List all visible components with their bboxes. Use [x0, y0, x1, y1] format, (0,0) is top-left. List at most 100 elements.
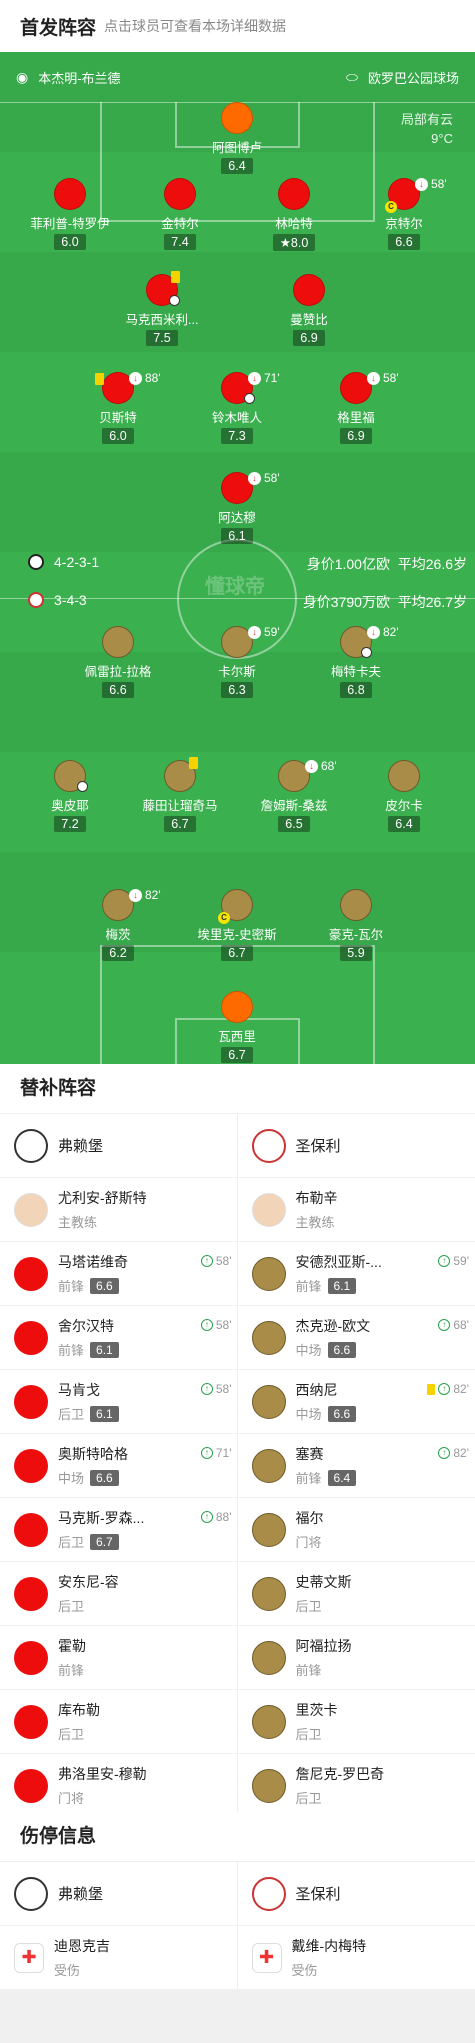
- sub-in-icon: ↑: [200, 1319, 213, 1331]
- sub-player-row[interactable]: 安东尼-容后卫: [0, 1562, 238, 1626]
- sub-player-name: 库布勒: [58, 1702, 100, 1718]
- sub-event: ↑ 71': [200, 1446, 232, 1460]
- whistle-icon: ◉: [16, 69, 29, 85]
- home-team-row[interactable]: 弗赖堡: [0, 1114, 238, 1178]
- lineup-header: 首发阵容 点击球员可查看本场详细数据: [0, 0, 475, 52]
- page-subtitle: 点击球员可查看本场详细数据: [104, 18, 287, 34]
- sub-player-row[interactable]: 马克斯-罗森... 后卫 6.7 ↑ 88': [0, 1498, 238, 1562]
- sub-player-row[interactable]: 西纳尼 中场 6.6 ↑ 82': [237, 1370, 475, 1434]
- captain-icon: C: [385, 201, 397, 213]
- goal-ball-icon: [361, 647, 372, 658]
- away-coach-row[interactable]: 布勒辛 主教练: [237, 1178, 475, 1242]
- sub-player-pos: 前锋: [295, 1663, 322, 1678]
- pitch: ◉ 本杰明-布兰德 ⬭ 欧罗巴公园球场 局部有云 9°C 阿图博卢 6.4 菲利普…: [0, 52, 475, 1064]
- sub-player-row[interactable]: 史蒂文斯 后卫: [237, 1562, 475, 1626]
- rating-badge: 6.4: [327, 1469, 357, 1486]
- injury-away-player-row[interactable]: ✚ 戴维-内梅特 受伤: [237, 1926, 475, 1990]
- player-avatar: [251, 1448, 286, 1483]
- player-home-st[interactable]: ↓ 58' 阿达穆 6.1: [182, 471, 292, 545]
- sub-player-row[interactable]: 杰克逊-欧文 中场 6.6 ↑ 68': [237, 1306, 475, 1370]
- sub-player-name: 奥斯特哈格: [58, 1446, 128, 1462]
- home-coach: ◉ 本杰明-布兰德: [16, 68, 121, 87]
- player-away-mf3[interactable]: ↓ 68' 詹姆斯-桑兹 6.5: [239, 759, 349, 833]
- player-away-df3[interactable]: 豪克-瓦尔 5.9: [301, 889, 411, 962]
- sub-event: ↑ 82': [427, 1382, 469, 1396]
- player-away-df2[interactable]: C 埃里克-史密斯 6.7: [182, 889, 292, 962]
- sub-player-name: 詹尼克-罗巴奇: [295, 1766, 385, 1782]
- player-home-dm1[interactable]: 马克西米利... 7.5: [107, 271, 217, 347]
- sub-player-pos: 中场: [58, 1471, 85, 1486]
- home-age: 平均26.6岁: [397, 556, 467, 572]
- sub-player-pos: 中场: [295, 1407, 322, 1422]
- player-home-am2[interactable]: ↓ 71' 铃木唯人 7.3: [182, 371, 292, 445]
- sub-in-icon: ↑: [438, 1319, 451, 1331]
- player-avatar: [251, 1640, 286, 1675]
- sub-player-row[interactable]: 阿福拉扬 前锋: [237, 1626, 475, 1690]
- player-home-dm2[interactable]: 曼赞比 6.9: [254, 274, 364, 347]
- sub-player-row[interactable]: 弗洛里安-穆勒 门将: [0, 1754, 238, 1818]
- sub-player-pos: 门将: [58, 1791, 85, 1806]
- rating-badge: 6.6: [327, 1405, 357, 1422]
- sub-player-row[interactable]: 库布勒 后卫: [0, 1690, 238, 1754]
- player-away-fw2[interactable]: ↓ 59' 卡尔斯 6.3: [182, 625, 292, 699]
- player-away-mf4[interactable]: 皮尔卡 6.4: [349, 760, 459, 833]
- sub-player-name: 阿福拉扬: [295, 1638, 352, 1654]
- home-coach-name: 本杰明-布兰德: [38, 71, 121, 86]
- home-value: 身价1.00亿欧: [306, 556, 390, 572]
- captain-icon: C: [218, 912, 230, 924]
- player-home-am1[interactable]: ↓ 88' 贝斯特 6.0: [63, 371, 173, 445]
- player-home-df3[interactable]: 林哈特 ★8.0: [239, 178, 349, 252]
- player-home-df4[interactable]: C ↓ 58' 京特尔 6.6: [349, 177, 459, 251]
- sub-player-name: 安东尼-容: [58, 1574, 119, 1590]
- sub-player-pos: 后卫: [295, 1727, 322, 1742]
- yellow-card-icon: [95, 373, 104, 385]
- sub-player-row[interactable]: 塞赛 前锋 6.4 ↑ 82': [237, 1434, 475, 1498]
- player-away-df1[interactable]: ↓ 82' 梅茨 6.2: [63, 888, 173, 962]
- player-avatar: [14, 1320, 48, 1355]
- sub-in-icon: ↑: [438, 1383, 451, 1395]
- player-away-gk[interactable]: 瓦西里 6.7: [182, 991, 292, 1064]
- player-home-am3[interactable]: ↓ 58' 格里福 6.9: [301, 371, 411, 445]
- home-coach-row[interactable]: 尤利安-舒斯特 主教练: [0, 1178, 238, 1242]
- player-home-df1[interactable]: 菲利普-特罗伊 6.0: [15, 178, 125, 251]
- sub-out-icon: ↓: [367, 371, 380, 385]
- sub-player-pos: 前锋: [295, 1279, 322, 1294]
- sub-player-row[interactable]: 詹尼克-罗巴奇 后卫: [237, 1754, 475, 1818]
- player-avatar: [251, 1704, 286, 1739]
- yellow-card-icon: [171, 271, 180, 283]
- player-home-gk[interactable]: 阿图博卢 6.4: [182, 102, 292, 175]
- sub-player-row[interactable]: 安德烈亚斯-... 前锋 6.1 ↑ 59': [237, 1242, 475, 1306]
- player-away-mf1[interactable]: 奥皮耶 7.2: [15, 760, 125, 833]
- sub-event: ↑ 68': [438, 1318, 469, 1332]
- coach-avatar: [14, 1192, 48, 1227]
- freiburg-logo-icon: [14, 1876, 48, 1911]
- sub-player-row[interactable]: 马塔诺维奇 前锋 6.6 ↑ 58': [0, 1242, 238, 1306]
- home-formation: 4-2-3-1: [54, 554, 100, 570]
- player-home-df2[interactable]: 金特尔 7.4: [125, 178, 235, 251]
- sub-out-icon: ↓: [129, 371, 142, 385]
- sub-player-row[interactable]: 舍尔汉特 前锋 6.1 ↑ 58': [0, 1306, 238, 1370]
- injury-away-team-row[interactable]: 圣保利: [237, 1862, 475, 1926]
- sub-event: ↑ 58': [200, 1318, 232, 1332]
- sub-out-icon: ↓: [367, 625, 380, 639]
- sub-player-row[interactable]: 马肯戈 后卫 6.1 ↑ 58': [0, 1370, 238, 1434]
- player-away-fw1[interactable]: 佩雷拉-拉格 6.6: [63, 626, 173, 699]
- rating-badge: 6.6: [90, 1469, 119, 1486]
- sub-player-row[interactable]: 里茨卡 后卫: [237, 1690, 475, 1754]
- sub-player-pos: 后卫: [58, 1599, 85, 1614]
- yellow-card-icon: [427, 1383, 436, 1395]
- injury-home-player-row[interactable]: ✚ 迪恩克吉 受伤: [0, 1926, 238, 1990]
- sub-player-pos: 前锋: [58, 1343, 85, 1358]
- player-away-mf2[interactable]: 藤田让瑠奇马 6.7: [125, 757, 235, 833]
- sub-out-icon: ↓: [248, 471, 261, 485]
- sub-out-icon: ↓: [129, 888, 142, 902]
- sub-player-row[interactable]: 奥斯特哈格中场 6.6 ↑ 71': [0, 1434, 238, 1498]
- sub-player-name: 马肯戈: [58, 1382, 100, 1398]
- subs-title: 替补阵容: [0, 1064, 475, 1114]
- sub-player-row[interactable]: 霍勒 前锋: [0, 1626, 238, 1690]
- injury-home-team-row[interactable]: 弗赖堡: [0, 1862, 238, 1926]
- away-team-row[interactable]: 圣保利: [237, 1114, 475, 1178]
- stpauli-logo-icon: [28, 592, 44, 608]
- player-away-fw3[interactable]: ↓ 82' 梅特卡夫 6.8: [301, 625, 411, 699]
- sub-player-row[interactable]: 福尔 门将: [237, 1498, 475, 1562]
